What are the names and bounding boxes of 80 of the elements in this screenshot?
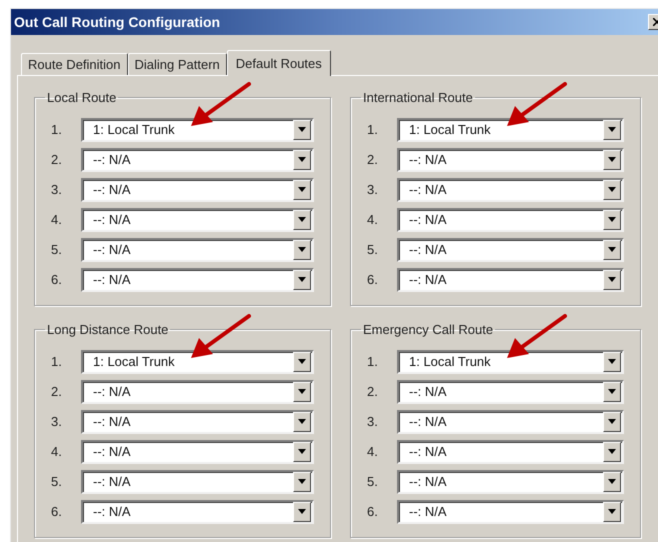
route-dropdown[interactable]: --: N/A [81, 238, 314, 262]
dropdown-value: 1: Local Trunk [408, 352, 492, 371]
route-dropdown[interactable]: --: N/A [81, 440, 314, 464]
group-title: Emergency Call Route [362, 321, 494, 339]
route-dropdown[interactable]: --: N/A [397, 500, 624, 524]
route-dropdown[interactable]: --: N/A [397, 440, 624, 464]
dropdown-value: --: N/A [408, 210, 448, 229]
dropdown-value: --: N/A [408, 412, 448, 431]
route-dropdown[interactable]: --: N/A [81, 268, 314, 292]
dropdown-value: --: N/A [408, 180, 448, 199]
route-dropdown[interactable]: --: N/A [81, 380, 314, 404]
row-number: 3. [367, 180, 379, 199]
route-dropdown[interactable]: --: N/A [81, 500, 314, 524]
dropdown-value: --: N/A [92, 502, 132, 521]
route-dropdown[interactable]: --: N/A [397, 178, 624, 202]
dropdown-value: --: N/A [408, 150, 448, 169]
dropdown-value: --: N/A [408, 270, 448, 289]
route-dropdown[interactable]: --: N/A [397, 148, 624, 172]
dropdown-value: --: N/A [408, 502, 448, 521]
group-title: Long Distance Route [46, 321, 170, 339]
route-dropdown[interactable]: --: N/A [81, 470, 314, 494]
row-number: 4. [367, 210, 379, 229]
row-number: 6. [367, 502, 379, 521]
row-number: 5. [367, 472, 379, 491]
route-dropdown[interactable]: 1: Local Trunk [397, 118, 624, 142]
dropdown-value: --: N/A [408, 442, 448, 461]
dropdown-value: 1: Local Trunk [92, 352, 176, 371]
route-dropdown[interactable]: --: N/A [81, 178, 314, 202]
row-number: 2. [367, 382, 379, 401]
row-number: 5. [367, 240, 379, 259]
row-number: 4. [367, 442, 379, 461]
route-dropdown[interactable]: --: N/A [397, 410, 624, 434]
route-dropdown[interactable]: --: N/A [81, 410, 314, 434]
row-number: 1. [367, 352, 379, 371]
dropdown-value: --: N/A [408, 472, 448, 491]
row-number: 3. [367, 412, 379, 431]
row-number: 4. [51, 210, 63, 229]
dropdown-value: --: N/A [92, 382, 132, 401]
row-number: 4. [51, 442, 63, 461]
route-dropdown[interactable]: 1: Local Trunk [81, 350, 314, 374]
route-dropdown[interactable]: --: N/A [81, 148, 314, 172]
row-number: 1. [51, 120, 63, 139]
dropdown-value: --: N/A [92, 270, 132, 289]
row-number: 3. [51, 412, 63, 431]
dropdown-value: --: N/A [92, 180, 132, 199]
dropdown-value: --: N/A [92, 442, 132, 461]
tab[interactable]: Route Definition [21, 53, 128, 75]
row-number: 1. [51, 352, 63, 371]
group-title: Local Route [46, 89, 118, 107]
row-number: 2. [367, 150, 379, 169]
route-dropdown[interactable]: --: N/A [81, 208, 314, 232]
dropdown-value: 1: Local Trunk [408, 120, 492, 139]
dropdown-value: --: N/A [408, 240, 448, 259]
row-number: 2. [51, 150, 63, 169]
dropdown-value: --: N/A [408, 382, 448, 401]
dropdown-value: --: N/A [92, 240, 132, 259]
window-title: Out Call Routing Configuration [14, 12, 220, 32]
row-number: 1. [367, 120, 379, 139]
row-number: 6. [367, 270, 379, 289]
route-dropdown[interactable]: --: N/A [397, 238, 624, 262]
route-dropdown[interactable]: --: N/A [397, 208, 624, 232]
dropdown-value: --: N/A [92, 210, 132, 229]
route-dropdown[interactable]: 1: Local Trunk [397, 350, 624, 374]
row-number: 3. [51, 180, 63, 199]
tab[interactable]: Default Routes [226, 50, 331, 76]
route-dropdown[interactable]: --: N/A [397, 268, 624, 292]
row-number: 6. [51, 502, 63, 521]
route-dropdown[interactable]: --: N/A [397, 470, 624, 494]
row-number: 2. [51, 382, 63, 401]
dropdown-value: --: N/A [92, 150, 132, 169]
row-number: 6. [51, 270, 63, 289]
row-number: 5. [51, 472, 63, 491]
route-dropdown[interactable]: --: N/A [397, 380, 624, 404]
group-title: International Route [362, 89, 474, 107]
route-dropdown[interactable]: 1: Local Trunk [81, 118, 314, 142]
dropdown-value: --: N/A [92, 412, 132, 431]
tab[interactable]: Dialing Pattern [128, 53, 227, 75]
row-number: 5. [51, 240, 63, 259]
dropdown-value: 1: Local Trunk [92, 120, 176, 139]
dropdown-value: --: N/A [92, 472, 132, 491]
